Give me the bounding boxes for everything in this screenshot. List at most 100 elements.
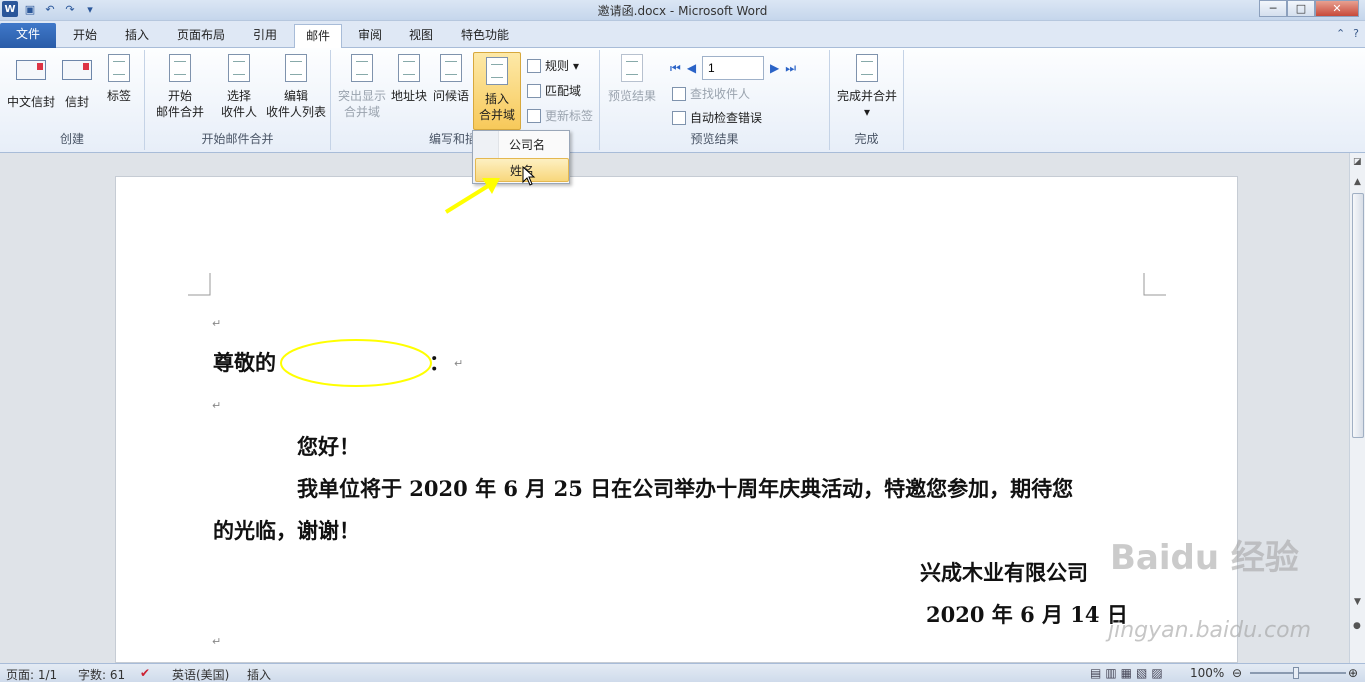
group-create: 中文信封 信封 标签 创建	[0, 50, 145, 150]
document-page[interactable]: ↵ 尊敬的 ： ↵ ↵ 您好！ 我单位将于 2020 年 6 月 25 日在公司…	[115, 176, 1238, 663]
scroll-up-icon[interactable]: ▲	[1354, 177, 1361, 187]
chevron-down-icon: ▾	[863, 105, 871, 119]
mouse-cursor-icon	[522, 166, 536, 186]
browse-object-icon[interactable]: ●	[1353, 621, 1361, 631]
vertical-scrollbar[interactable]: ◪ ▲ ▼ ●	[1349, 153, 1365, 663]
greeting-line-icon	[440, 54, 462, 82]
labels-icon	[108, 54, 130, 82]
preview-results-button[interactable]: 预览结果	[606, 54, 658, 104]
find-recipient-button[interactable]: 查找收件人	[672, 84, 750, 104]
finish-merge-icon	[856, 54, 878, 82]
body-line-2: 的光临，谢谢！	[213, 518, 360, 543]
chevron-down-icon: ▾	[573, 59, 580, 73]
body-line-1: 我单位将于 2020 年 6 月 25 日在公司举办十周年庆典活动，特邀您参加，…	[297, 476, 1074, 501]
group-finish: 完成并合并 ▾ 完成	[830, 50, 904, 150]
scroll-thumb[interactable]	[1352, 193, 1364, 438]
hello-text: 您好！	[297, 434, 360, 459]
ribbon-tabs: 文件 开始 插入 页面布局 引用 邮件 审阅 视图 特色功能 ⌃ ?	[0, 21, 1365, 49]
highlight-merge-fields-button[interactable]: 突出显示 合并域	[335, 54, 389, 120]
insert-merge-field-icon	[486, 57, 508, 85]
tab-references[interactable]: 引用	[243, 24, 287, 48]
previous-record-icon[interactable]: ◀	[687, 61, 696, 75]
close-button[interactable]: ✕	[1315, 0, 1359, 17]
update-labels-button[interactable]: 更新标签	[527, 106, 593, 126]
group-label: 完成	[854, 132, 879, 146]
tab-view[interactable]: 视图	[399, 24, 443, 48]
ruler-toggle-icon[interactable]: ◪	[1353, 157, 1362, 167]
address-block-icon	[398, 54, 420, 82]
finish-merge-button[interactable]: 完成并合并 ▾	[834, 54, 900, 120]
address-block-button[interactable]: 地址块	[389, 54, 429, 104]
menu-item-company-name[interactable]: 公司名	[475, 133, 569, 157]
auto-check-errors-button[interactable]: 自动检查错误	[672, 108, 762, 128]
window-title: 邀请函.docx - Microsoft Word	[597, 4, 768, 18]
help-icon[interactable]: ?	[1353, 27, 1359, 40]
find-recipient-icon	[672, 87, 686, 101]
window-controls: ─ □ ✕	[1259, 0, 1359, 17]
status-bar: 页面: 1/1 字数: 61 ✔ 英语(美国) 插入 ▤▥▦▧▨ 100% ⊖ …	[0, 663, 1365, 682]
rules-icon	[527, 59, 541, 73]
tab-page-layout[interactable]: 页面布局	[167, 24, 235, 48]
left-margin-area	[0, 153, 115, 663]
margin-mark	[1143, 273, 1166, 296]
paragraph-mark: ↵	[212, 399, 222, 412]
highlight-icon	[351, 54, 373, 82]
match-fields-icon	[527, 84, 541, 98]
letter-date: 2020 年 6 月 14 日	[926, 602, 1128, 627]
greeting-text: 尊敬的	[213, 350, 276, 375]
record-navigation: ⏮ ◀ ▶ ⏭	[670, 56, 796, 80]
envelope-button[interactable]: 信封	[60, 54, 94, 110]
margin-mark	[188, 273, 211, 296]
annotation-ellipse	[280, 339, 432, 387]
proofing-icon[interactable]: ✔	[140, 666, 150, 680]
word-count[interactable]: 字数: 61	[78, 666, 125, 682]
insert-mode[interactable]: 插入	[247, 666, 271, 682]
language-indicator[interactable]: 英语(美国)	[172, 666, 229, 682]
tab-bar-icons: ⌃ ?	[1336, 27, 1359, 40]
recipients-icon	[228, 54, 250, 82]
envelope-icon	[62, 60, 92, 80]
labels-button[interactable]: 标签	[100, 54, 138, 104]
start-mail-merge-button[interactable]: 开始 邮件合并	[149, 54, 211, 120]
tab-file[interactable]: 文件	[0, 23, 56, 48]
paragraph-mark: ↵	[454, 357, 464, 370]
view-buttons-icon[interactable]: ▤▥▦▧▨	[1090, 666, 1167, 680]
paragraph-mark: ↵	[212, 317, 222, 330]
edit-list-icon	[285, 54, 307, 82]
ribbon-minimize-icon[interactable]: ⌃	[1336, 27, 1345, 40]
update-labels-icon	[527, 109, 541, 123]
tab-home[interactable]: 开始	[63, 24, 107, 48]
tab-mailings[interactable]: 邮件	[294, 24, 342, 49]
paragraph-mark: ↵	[212, 635, 222, 648]
first-record-icon[interactable]: ⏮	[670, 61, 681, 76]
chinese-envelope-button[interactable]: 中文信封	[4, 54, 58, 110]
minimize-button[interactable]: ─	[1259, 0, 1287, 17]
match-fields-button[interactable]: 匹配域	[527, 81, 581, 101]
preview-icon	[621, 54, 643, 82]
group-label: 开始邮件合并	[201, 132, 274, 146]
record-number-input[interactable]	[702, 56, 765, 80]
company-name: 兴成木业有限公司	[920, 560, 1088, 585]
group-label: 预览结果	[690, 132, 739, 146]
tab-review[interactable]: 审阅	[348, 24, 392, 48]
baidu-watermark: Baidu 经验	[1110, 538, 1299, 578]
zoom-slider-thumb[interactable]	[1293, 667, 1299, 679]
rules-button[interactable]: 规则 ▾	[527, 56, 579, 76]
annotation-arrow-icon	[444, 178, 500, 214]
greeting-line-button[interactable]: 问候语	[431, 54, 471, 104]
edit-recipient-list-button[interactable]: 编辑 收件人列表	[265, 54, 327, 120]
scroll-down-icon[interactable]: ▼	[1354, 597, 1361, 607]
last-record-icon[interactable]: ⏭	[785, 61, 796, 76]
page-count[interactable]: 页面: 1/1	[6, 666, 57, 682]
next-record-icon[interactable]: ▶	[770, 61, 779, 75]
zoom-out-icon[interactable]: ⊖	[1232, 666, 1242, 680]
envelope-icon	[16, 60, 46, 80]
select-recipients-button[interactable]: 选择 收件人	[213, 54, 265, 120]
insert-merge-field-button[interactable]: 插入 合并域	[473, 52, 521, 130]
tab-insert[interactable]: 插入	[115, 24, 159, 48]
zoom-in-icon[interactable]: ⊕	[1348, 666, 1358, 680]
tab-special[interactable]: 特色功能	[450, 24, 520, 48]
zoom-level[interactable]: 100%	[1190, 666, 1224, 680]
group-start-mail-merge: 开始 邮件合并 选择 收件人 编辑 收件人列表 开始邮件合并	[145, 50, 331, 150]
maximize-button[interactable]: □	[1287, 0, 1315, 17]
